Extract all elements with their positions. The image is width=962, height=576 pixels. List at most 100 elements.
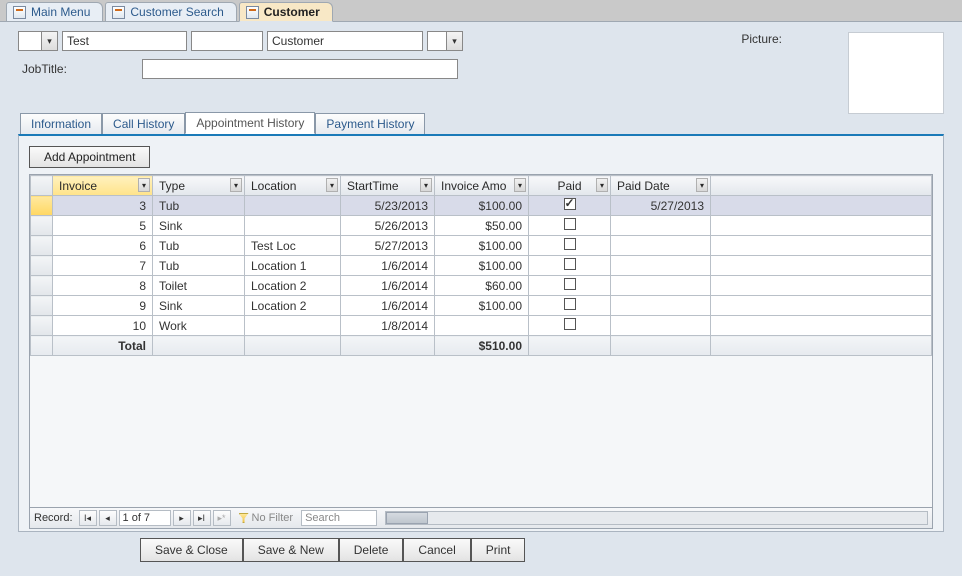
cell-paid[interactable]: [529, 276, 611, 296]
cell-invoice-amount[interactable]: $60.00: [435, 276, 529, 296]
scrollbar-thumb[interactable]: [386, 512, 428, 524]
cell-invoice[interactable]: 9: [53, 296, 153, 316]
record-search-input[interactable]: Search: [301, 510, 377, 526]
tab-call-history[interactable]: Call History: [102, 113, 185, 134]
cell-invoice-amount[interactable]: [435, 316, 529, 336]
doc-tab-main-menu[interactable]: Main Menu: [6, 2, 103, 21]
cell-paid-date[interactable]: 5/27/2013: [611, 196, 711, 216]
checkbox-icon[interactable]: [564, 218, 576, 230]
cell-location[interactable]: Location 1: [245, 256, 341, 276]
save-new-button[interactable]: Save & New: [243, 538, 339, 562]
nav-new-button[interactable]: ▸*: [213, 510, 231, 526]
chevron-down-icon[interactable]: ▾: [514, 178, 526, 192]
select-all-cell[interactable]: [31, 176, 53, 196]
print-button[interactable]: Print: [471, 538, 526, 562]
cell-type[interactable]: Sink: [153, 296, 245, 316]
nav-last-button[interactable]: ▸I: [193, 510, 211, 526]
cell-start-time[interactable]: 5/27/2013: [341, 236, 435, 256]
col-invoice[interactable]: Invoice▾: [53, 176, 153, 196]
cell-invoice-amount[interactable]: $100.00: [435, 256, 529, 276]
add-appointment-button[interactable]: Add Appointment: [29, 146, 150, 168]
cell-type[interactable]: Toilet: [153, 276, 245, 296]
col-start-time[interactable]: StartTime▾: [341, 176, 435, 196]
cell-paid-date[interactable]: [611, 276, 711, 296]
cell-type[interactable]: Tub: [153, 196, 245, 216]
cell-invoice-amount[interactable]: $100.00: [435, 236, 529, 256]
cell-location[interactable]: Test Loc: [245, 236, 341, 256]
table-row[interactable]: 8ToiletLocation 21/6/2014$60.00: [31, 276, 932, 296]
row-selector[interactable]: [31, 296, 53, 316]
filter-indicator[interactable]: No Filter: [239, 512, 294, 524]
chevron-down-icon[interactable]: ▾: [420, 178, 432, 192]
cell-invoice[interactable]: 5: [53, 216, 153, 236]
doc-tab-customer[interactable]: Customer: [239, 2, 333, 22]
checkbox-icon[interactable]: [564, 198, 576, 210]
cell-start-time[interactable]: 1/8/2014: [341, 316, 435, 336]
chevron-down-icon[interactable]: ▾: [138, 178, 150, 192]
cell-location[interactable]: [245, 196, 341, 216]
cell-invoice[interactable]: 7: [53, 256, 153, 276]
col-paid[interactable]: Paid▾: [529, 176, 611, 196]
row-selector[interactable]: [31, 256, 53, 276]
cell-paid[interactable]: [529, 316, 611, 336]
chevron-down-icon[interactable]: ▾: [696, 178, 708, 192]
record-position-input[interactable]: 1 of 7: [119, 510, 171, 526]
nav-next-button[interactable]: ▸: [173, 510, 191, 526]
row-selector[interactable]: [31, 196, 53, 216]
cell-paid-date[interactable]: [611, 296, 711, 316]
tab-appointment-history[interactable]: Appointment History: [185, 112, 315, 134]
checkbox-icon[interactable]: [564, 278, 576, 290]
suffix-dropdown[interactable]: ▾: [427, 31, 463, 51]
col-location[interactable]: Location▾: [245, 176, 341, 196]
cell-paid-date[interactable]: [611, 316, 711, 336]
cell-paid-date[interactable]: [611, 236, 711, 256]
cell-start-time[interactable]: 1/6/2014: [341, 276, 435, 296]
cell-paid[interactable]: [529, 296, 611, 316]
row-selector[interactable]: [31, 276, 53, 296]
doc-tab-customer-search[interactable]: Customer Search: [105, 2, 236, 21]
cell-start-time[interactable]: 5/23/2013: [341, 196, 435, 216]
cell-invoice-amount[interactable]: $100.00: [435, 196, 529, 216]
cell-location[interactable]: Location 2: [245, 276, 341, 296]
cell-paid[interactable]: [529, 256, 611, 276]
cell-paid[interactable]: [529, 236, 611, 256]
table-row[interactable]: 3Tub 5/23/2013$100.00 5/27/2013: [31, 196, 932, 216]
cell-invoice[interactable]: 10: [53, 316, 153, 336]
table-row[interactable]: 10Work 1/8/2014: [31, 316, 932, 336]
job-title-input[interactable]: [142, 59, 458, 79]
tab-information[interactable]: Information: [20, 113, 102, 134]
row-selector[interactable]: [31, 236, 53, 256]
cell-paid-date[interactable]: [611, 216, 711, 236]
cancel-button[interactable]: Cancel: [403, 538, 470, 562]
col-type[interactable]: Type▾: [153, 176, 245, 196]
table-row[interactable]: 5Sink5/26/2013$50.00: [31, 216, 932, 236]
table-row[interactable]: 7TubLocation 11/6/2014$100.00: [31, 256, 932, 276]
cell-type[interactable]: Work: [153, 316, 245, 336]
last-name-input[interactable]: Customer: [267, 31, 423, 51]
nav-first-button[interactable]: I◂: [79, 510, 97, 526]
title-dropdown[interactable]: ▾: [18, 31, 58, 51]
table-row[interactable]: 6TubTest Loc5/27/2013$100.00: [31, 236, 932, 256]
cell-location[interactable]: Location 2: [245, 296, 341, 316]
horizontal-scrollbar[interactable]: [385, 511, 928, 525]
cell-start-time[interactable]: 1/6/2014: [341, 256, 435, 276]
cell-paid-date[interactable]: [611, 256, 711, 276]
chevron-down-icon[interactable]: ▾: [596, 178, 608, 192]
col-invoice-amount[interactable]: Invoice Amo▾: [435, 176, 529, 196]
checkbox-icon[interactable]: [564, 318, 576, 330]
first-name-input[interactable]: Test: [62, 31, 187, 51]
cell-location[interactable]: [245, 216, 341, 236]
checkbox-icon[interactable]: [564, 258, 576, 270]
nav-prev-button[interactable]: ◂: [99, 510, 117, 526]
delete-button[interactable]: Delete: [339, 538, 404, 562]
cell-invoice[interactable]: 3: [53, 196, 153, 216]
tab-payment-history[interactable]: Payment History: [315, 113, 425, 134]
cell-paid[interactable]: [529, 216, 611, 236]
checkbox-icon[interactable]: [564, 298, 576, 310]
chevron-down-icon[interactable]: ▾: [326, 178, 338, 192]
cell-start-time[interactable]: 1/6/2014: [341, 296, 435, 316]
col-paid-date[interactable]: Paid Date▾: [611, 176, 711, 196]
cell-invoice-amount[interactable]: $100.00: [435, 296, 529, 316]
chevron-down-icon[interactable]: ▾: [230, 178, 242, 192]
table-row[interactable]: 9SinkLocation 21/6/2014$100.00: [31, 296, 932, 316]
